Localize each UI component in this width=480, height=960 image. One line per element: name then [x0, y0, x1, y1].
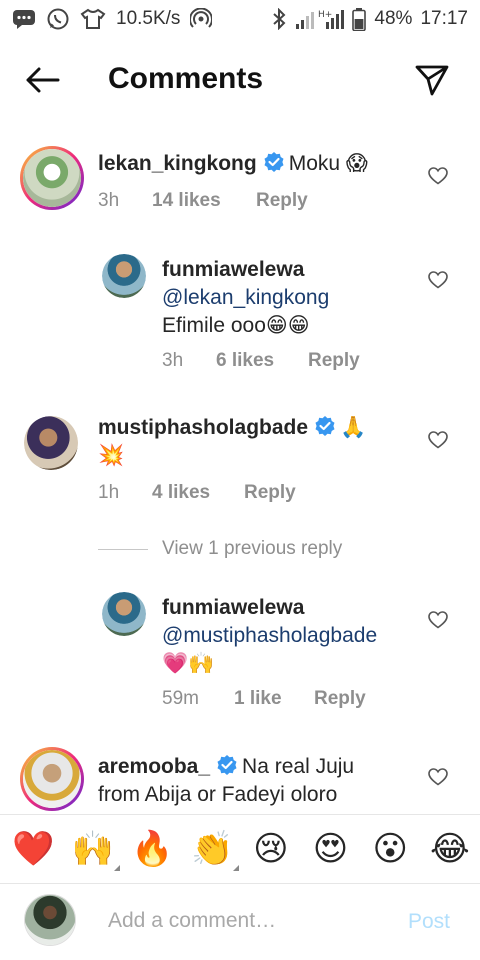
page-title: Comments: [108, 62, 264, 95]
like-button[interactable]: [426, 428, 450, 452]
reply-button[interactable]: Reply: [314, 688, 366, 710]
verified-badge-icon: [217, 755, 237, 775]
avatar[interactable]: [20, 146, 84, 210]
comment-likes[interactable]: 14 likes: [152, 190, 256, 212]
paper-plane-icon: [415, 65, 449, 96]
arrow-left-icon: [26, 67, 60, 93]
comment-text: Na real Juju: [242, 755, 355, 778]
comment-meta: 1h 4 likes Reply: [98, 482, 296, 504]
comment-text: 💗🙌: [162, 652, 215, 675]
comment: mustiphasholagbade 🙏 💥 1h 4 likes Reply: [0, 410, 480, 520]
comment-meta: 3h 14 likes Reply: [98, 190, 308, 212]
comment-time: 3h: [98, 190, 120, 211]
comment-username[interactable]: funmiawelewa: [162, 596, 304, 619]
comment-time: 1h: [98, 482, 120, 503]
heart-icon: [428, 167, 448, 185]
emoji-heart[interactable]: ❤️: [12, 829, 54, 869]
svg-text:H+: H+: [318, 10, 332, 20]
like-button[interactable]: [426, 765, 450, 789]
comment-time: 59m: [162, 688, 199, 709]
comment: lekan_kingkong Moku 😱 3h 14 likes Reply: [0, 140, 480, 230]
avatar[interactable]: [20, 747, 84, 811]
bluetooth-icon: [272, 8, 286, 30]
skin-tone-indicator: [113, 865, 120, 871]
verified-badge-icon: [264, 152, 284, 172]
divider: [98, 548, 148, 550]
comment-text: Moku 😱: [288, 152, 368, 175]
view-previous-replies[interactable]: View 1 previous reply: [98, 538, 342, 560]
heart-icon: [428, 431, 448, 449]
whatsapp-icon: [46, 7, 70, 31]
hotspot-icon: [190, 8, 213, 30]
comment: aremooba_ Na real Juju from Abija or Fade…: [0, 745, 480, 813]
comment-text-line2: from Abija or Fadeyi oloro: [98, 783, 338, 806]
emoji-quick-bar: ❤️ 🙌 🔥 👏 😢 😍 😮 😂: [0, 814, 480, 884]
comment-username[interactable]: aremooba_: [98, 755, 210, 778]
comment-meta: 3h 6 likes Reply: [162, 350, 360, 372]
heart-icon: [428, 271, 448, 289]
mention-link[interactable]: @mustiphasholagbade: [162, 624, 377, 647]
emoji-clap[interactable]: 👏: [191, 829, 240, 871]
share-button[interactable]: [410, 60, 454, 100]
message-icon: [12, 8, 36, 30]
comment-meta: 59m 1 like Reply: [162, 688, 366, 710]
reply-button[interactable]: Reply: [308, 350, 360, 372]
emoji-glyph: 🙌: [71, 830, 115, 868]
post-button[interactable]: Post: [408, 910, 450, 934]
comment-time: 3h: [162, 350, 184, 371]
comment-text: 🙏: [340, 416, 367, 439]
like-button[interactable]: [426, 608, 450, 632]
like-button[interactable]: [426, 164, 450, 188]
status-bar: 10.5K/s H+ 48% 17:17: [0, 0, 480, 38]
battery-percent: 48%: [374, 8, 413, 29]
mention-link[interactable]: @lekan_kingkong: [162, 286, 329, 309]
avatar[interactable]: [24, 416, 78, 470]
clock: 17:17: [420, 8, 468, 29]
emoji-heart-eyes[interactable]: 😍: [311, 829, 351, 869]
signal-icon: H+: [294, 8, 345, 30]
emoji-raised-hands[interactable]: 🙌: [71, 829, 120, 871]
emoji-crying[interactable]: 😢: [251, 829, 291, 869]
comment-username[interactable]: lekan_kingkong: [98, 152, 257, 175]
comment: funmiawelewa @mustiphasholagbade 💗🙌 59m …: [0, 588, 480, 718]
view-previous-label: View 1 previous reply: [162, 538, 343, 559]
comment-likes[interactable]: 4 likes: [152, 482, 244, 504]
comment-text: Efimile ooo😁😁: [162, 314, 310, 337]
verified-badge-icon: [315, 416, 335, 436]
shirt-icon: [80, 8, 106, 30]
reply-button[interactable]: Reply: [244, 482, 296, 504]
comment-text-line2: 💥: [98, 444, 125, 467]
header: Comments: [0, 48, 480, 112]
comment-composer: Post: [0, 884, 480, 960]
comment-username[interactable]: funmiawelewa: [162, 258, 304, 281]
emoji-surprised[interactable]: 😮: [370, 829, 410, 869]
heart-icon: [428, 768, 448, 786]
network-speed: 10.5K/s: [116, 8, 181, 29]
comment-likes[interactable]: 6 likes: [216, 350, 308, 372]
heart-icon: [428, 611, 448, 629]
avatar[interactable]: [102, 254, 146, 298]
comment: funmiawelewa @lekan_kingkong Efimile ooo…: [0, 250, 480, 380]
emoji-fire[interactable]: 🔥: [131, 829, 173, 869]
battery-icon: [352, 7, 367, 31]
back-button[interactable]: [22, 62, 62, 98]
comment-input[interactable]: [108, 902, 388, 940]
user-avatar: [24, 894, 76, 946]
avatar[interactable]: [102, 592, 146, 636]
comment-likes[interactable]: 1 like: [234, 688, 314, 710]
emoji-glyph: 👏: [191, 830, 234, 868]
skin-tone-indicator: [233, 865, 240, 871]
emoji-laughing[interactable]: 😂: [430, 829, 470, 869]
like-button[interactable]: [426, 268, 450, 292]
reply-button[interactable]: Reply: [256, 190, 308, 212]
comment-username[interactable]: mustiphasholagbade: [98, 416, 308, 439]
